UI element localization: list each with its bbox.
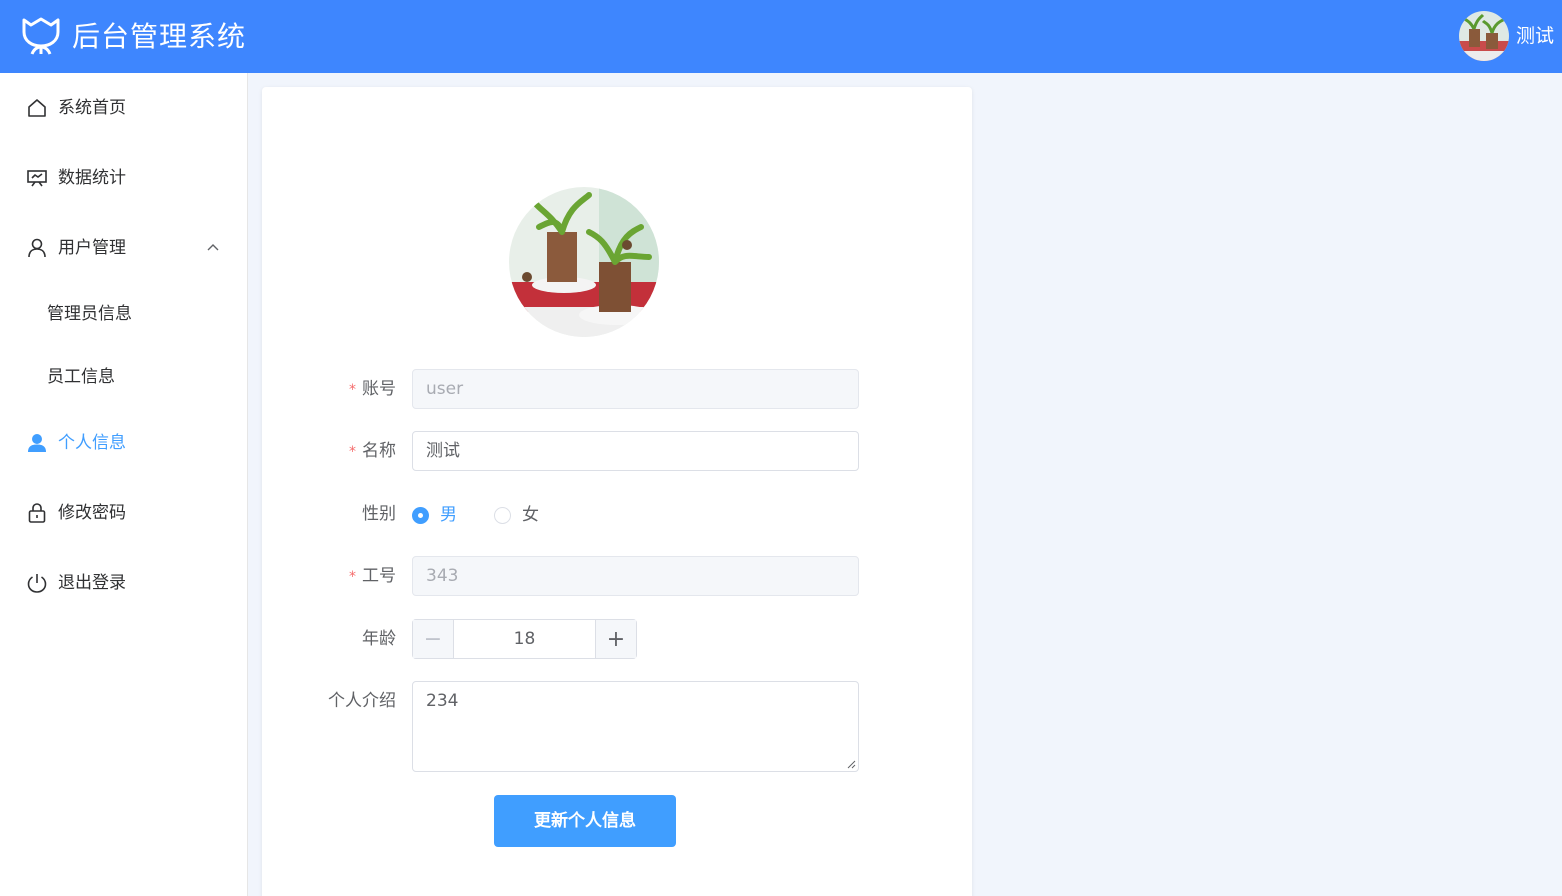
update-profile-button[interactable]: 更新个人信息 [494,795,676,847]
sidebar-item-user-management[interactable]: 用户管理 [0,220,247,276]
account-input[interactable]: user [412,369,859,409]
age-stepper: − 18 + [412,619,637,659]
tulip-logo-icon [22,17,60,55]
sidebar-item-personal-info[interactable]: 个人信息 [0,415,247,471]
sidebar-item-change-password[interactable]: 修改密码 [0,485,247,541]
sidebar-item-label: 员工信息 [47,367,115,387]
intro-label: 个人介绍 [328,691,396,711]
sidebar-item-logout[interactable]: 退出登录 [0,555,247,611]
profile-avatar-upload[interactable] [509,187,659,337]
sidebar-item-home[interactable]: 系统首页 [0,80,247,136]
name-input[interactable]: 测试 [412,431,859,471]
age-label: 年龄 [362,629,396,649]
sidebar: 系统首页 数据统计 用户管理 管理员信息 员工信息 个人信息 修改密码 退出登录 [0,73,248,896]
user-avatar[interactable] [1459,11,1509,61]
employee-no-input[interactable]: 343 [412,556,859,596]
resize-handle-icon[interactable] [847,760,856,769]
age-value[interactable]: 18 [454,620,595,658]
sidebar-item-label: 数据统计 [58,168,126,188]
lock-icon [28,503,46,523]
account-label: * 账号 [349,379,396,399]
sidebar-item-statistics[interactable]: 数据统计 [0,150,247,206]
sidebar-item-label: 管理员信息 [47,304,132,324]
gender-radio-female[interactable]: 女 [494,504,539,526]
name-label: * 名称 [349,441,396,461]
sidebar-item-label: 系统首页 [58,98,126,118]
user-name[interactable]: 测试 [1516,24,1554,48]
sidebar-item-employee-info[interactable]: 员工信息 [0,349,247,405]
gender-label: 性别 [362,504,396,524]
top-header: 后台管理系统 测试 [0,0,1562,73]
chevron-up-icon [207,244,219,251]
profile-card: * 账号 user * 名称 测试 性别 男 女 * 工号 343 年龄 − 18 +… [262,87,972,896]
app-title: 后台管理系统 [72,20,247,53]
home-icon [28,99,46,117]
power-icon [27,574,47,593]
sidebar-item-label: 用户管理 [58,238,126,258]
user-filled-icon [28,434,46,452]
increase-button[interactable]: + [595,620,636,658]
employee-no-label: * 工号 [349,566,396,586]
sidebar-item-admin-info[interactable]: 管理员信息 [0,286,247,342]
decrease-button[interactable]: − [413,620,454,658]
sidebar-item-label: 个人信息 [58,433,126,453]
intro-textarea[interactable]: 234 [412,681,859,772]
sidebar-item-label: 修改密码 [58,503,126,523]
presentation-board-icon [27,170,47,187]
user-outline-icon [28,238,46,258]
sidebar-item-label: 退出登录 [58,573,126,593]
gender-radio-male[interactable]: 男 [412,504,457,526]
